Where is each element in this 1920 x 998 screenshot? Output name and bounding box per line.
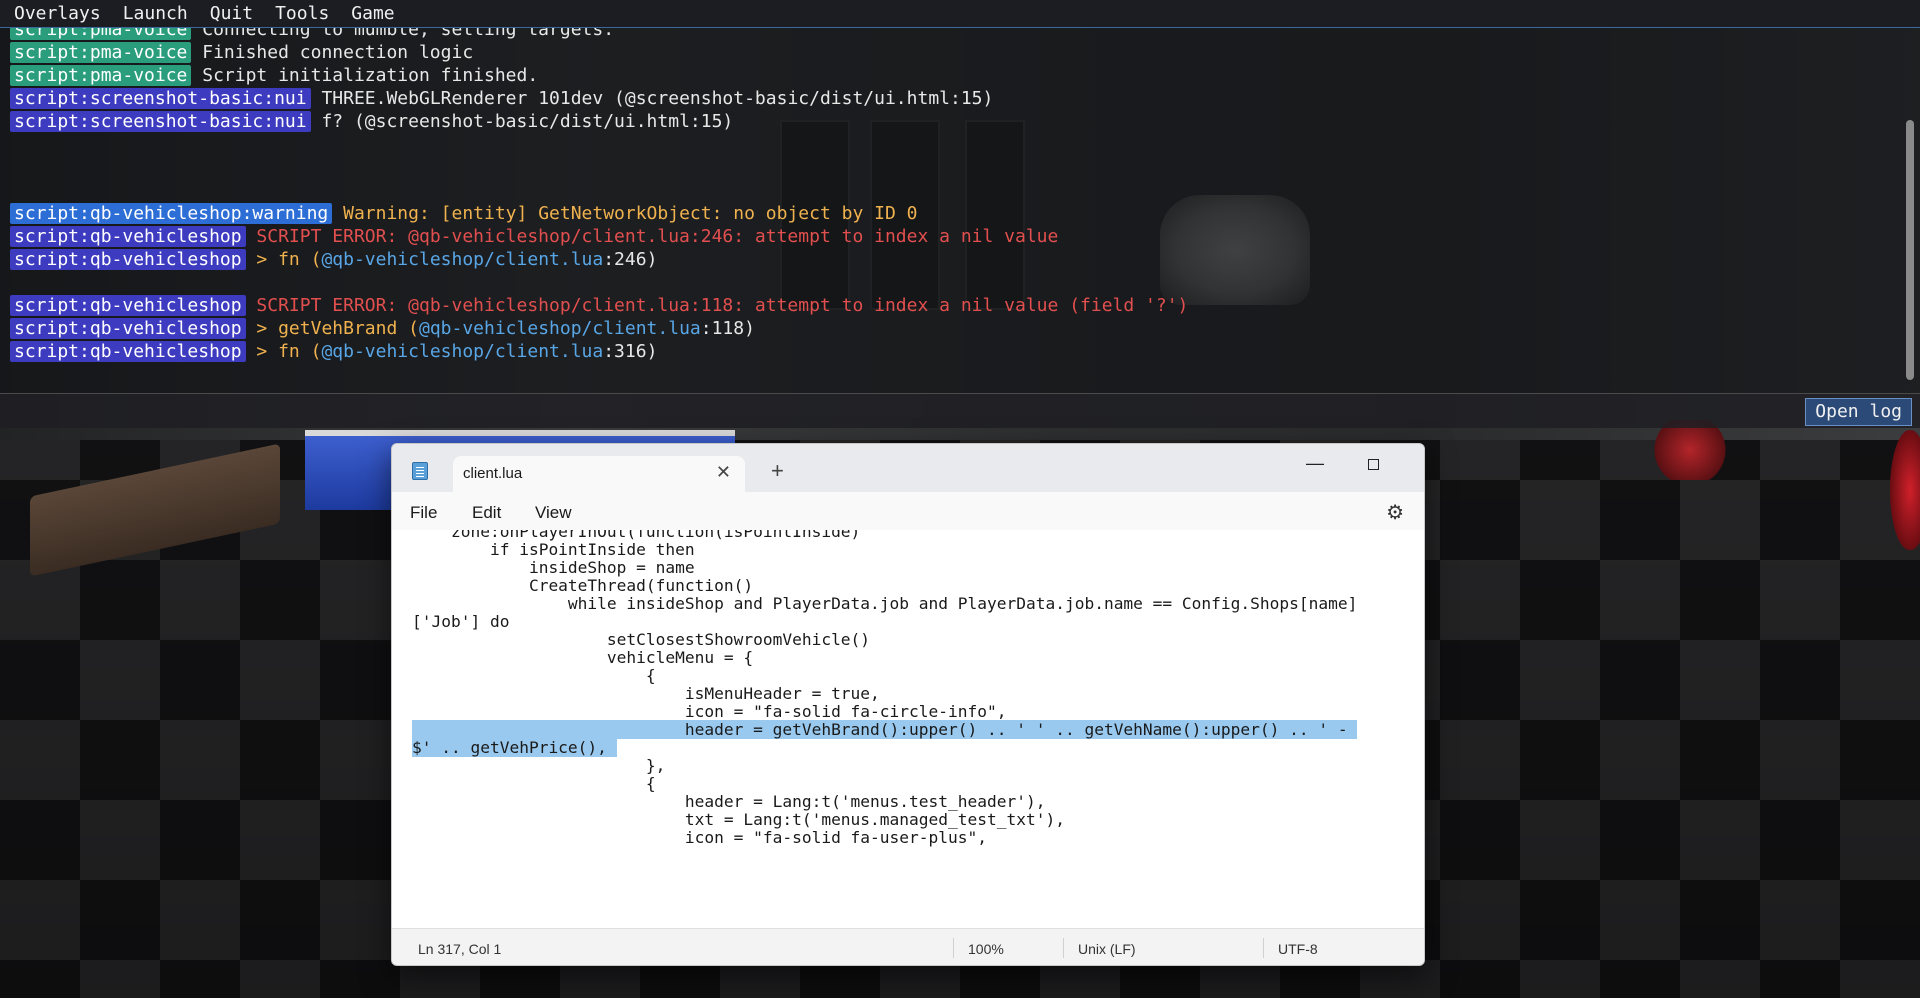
console-source-tag: script:pma-voice <box>10 28 192 40</box>
notepad-titlebar[interactable]: client.lua ✕ + — ✕ <box>392 444 1424 493</box>
console-source-tag: script:qb-vehicleshop <box>10 295 246 316</box>
console-input[interactable] <box>0 394 1800 428</box>
code-line: while insideShop and PlayerData.job and … <box>412 593 1357 615</box>
code-text: icon = "fa-solid fa-user-plus", <box>412 828 987 847</box>
settings-gear-icon[interactable]: ⚙ <box>1386 500 1404 525</box>
console-message: SCRIPT ERROR: @qb-vehicleshop/client.lua… <box>256 226 1059 247</box>
line-ending[interactable]: Unix (LF) <box>1078 941 1136 957</box>
text-editor[interactable]: zone:onPlayerInOut(function(isPointInsid… <box>392 530 1424 928</box>
minimize-button[interactable]: — <box>1292 448 1338 478</box>
console-line: script:screenshot-basic:nui THREE.WebGLR… <box>10 87 1188 110</box>
console-line: script:qb-vehicleshop SCRIPT ERROR: @qb-… <box>10 225 1188 248</box>
console-line: script:pma-voice Connecting to mumble, s… <box>10 28 1188 41</box>
console-source-tag: script:screenshot-basic:nui <box>10 88 311 109</box>
code-line: icon = "fa-solid fa-user-plus", <box>412 827 987 849</box>
close-button[interactable]: ✕ <box>1407 448 1424 478</box>
console-message: Connecting to mumble, setting targets. <box>202 28 615 40</box>
console-file-link[interactable]: @qb-vehicleshop/client.lua <box>321 249 603 270</box>
console-message: SCRIPT ERROR: @qb-vehicleshop/client.lua… <box>256 295 1189 316</box>
menu-game[interactable]: Game <box>351 0 394 28</box>
console-message: :316) <box>603 341 658 362</box>
console-message: Warning: [entity] GetNetworkObject: no o… <box>343 203 918 224</box>
status-divider <box>1063 938 1064 958</box>
console-source-tag: script:screenshot-basic:nui <box>10 111 311 132</box>
showroom-bike <box>1650 420 1730 480</box>
console-message: > getVehBrand ( <box>256 318 419 339</box>
console-input-bar: Open log <box>0 393 1920 428</box>
console-line: script:pma-voice Finished connection log… <box>10 41 1188 64</box>
console-message: :246) <box>603 249 658 270</box>
dev-console: script:pma-voice Connecting to mumble, s… <box>0 28 1920 393</box>
new-tab-icon[interactable]: + <box>771 458 784 484</box>
console-source-tag: script:pma-voice <box>10 65 192 86</box>
console-source-tag: script:qb-vehicleshop:warning <box>10 203 333 224</box>
notepad-app-icon <box>412 462 428 480</box>
code-text: while insideShop and PlayerData.job and … <box>412 594 1358 613</box>
status-divider <box>953 938 954 958</box>
tab-close-icon[interactable]: ✕ <box>716 462 731 483</box>
console-source-tag: script:qb-vehicleshop <box>10 318 246 339</box>
console-file-link[interactable]: @qb-vehicleshop/client.lua <box>321 341 603 362</box>
menu-edit[interactable]: Edit <box>472 503 501 523</box>
menu-quit[interactable]: Quit <box>210 0 253 28</box>
console-line: script:qb-vehicleshop > fn (@qb-vehicles… <box>10 340 1188 363</box>
console-message: > fn ( <box>256 341 322 362</box>
console-message: f? (@screenshot-basic/dist/ui.html:15) <box>321 111 734 132</box>
console-log: script:pma-voice Connecting to mumble, s… <box>10 28 1188 363</box>
console-file-link[interactable]: @qb-vehicleshop/client.lua <box>419 318 701 339</box>
notepad-window: client.lua ✕ + — ✕ File Edit View ⚙ zone… <box>391 443 1425 966</box>
console-line: script:qb-vehicleshop SCRIPT ERROR: @qb-… <box>10 294 1188 317</box>
encoding[interactable]: UTF-8 <box>1278 941 1318 957</box>
console-message: THREE.WebGLRenderer 101dev (@screenshot-… <box>321 88 994 109</box>
cursor-position: Ln 317, Col 1 <box>418 941 502 957</box>
tab-client-lua[interactable]: client.lua ✕ <box>453 456 745 493</box>
console-source-tag: script:qb-vehicleshop <box>10 226 246 247</box>
status-divider <box>1263 938 1264 958</box>
maximize-button[interactable] <box>1350 448 1396 478</box>
menu-tools[interactable]: Tools <box>275 0 329 28</box>
menu-launch[interactable]: Launch <box>123 0 188 28</box>
showroom-bench <box>30 443 280 577</box>
open-log-button[interactable]: Open log <box>1805 398 1912 426</box>
console-scrollbar[interactable] <box>1906 120 1914 380</box>
console-line: script:screenshot-basic:nui f? (@screens… <box>10 110 1188 133</box>
console-line: script:qb-vehicleshop > getVehBrand (@qb… <box>10 317 1188 340</box>
showroom-bike <box>1890 430 1920 550</box>
console-message: :118) <box>700 318 755 339</box>
console-message: Finished connection logic <box>202 42 474 63</box>
tab-label: client.lua <box>463 465 523 482</box>
menu-overlays[interactable]: Overlays <box>14 0 101 28</box>
console-line: script:qb-vehicleshop > fn (@qb-vehicles… <box>10 248 1188 271</box>
overlay-menubar: Overlays Launch Quit Tools Game <box>0 0 1920 28</box>
console-source-tag: script:qb-vehicleshop <box>10 341 246 362</box>
notepad-menubar: File Edit View ⚙ <box>392 492 1424 530</box>
console-message: Script initialization finished. <box>202 65 539 86</box>
zoom-level[interactable]: 100% <box>968 941 1004 957</box>
console-source-tag: script:pma-voice <box>10 42 192 63</box>
console-message: > fn ( <box>256 249 322 270</box>
maximize-icon <box>1367 458 1379 470</box>
console-line: script:qb-vehicleshop:warning Warning: [… <box>10 202 1188 225</box>
menu-view[interactable]: View <box>535 503 572 523</box>
notepad-statusbar: Ln 317, Col 1 100% Unix (LF) UTF-8 <box>392 928 1424 965</box>
menu-file[interactable]: File <box>410 503 437 523</box>
console-line: script:pma-voice Script initialization f… <box>10 64 1188 87</box>
console-source-tag: script:qb-vehicleshop <box>10 249 246 270</box>
